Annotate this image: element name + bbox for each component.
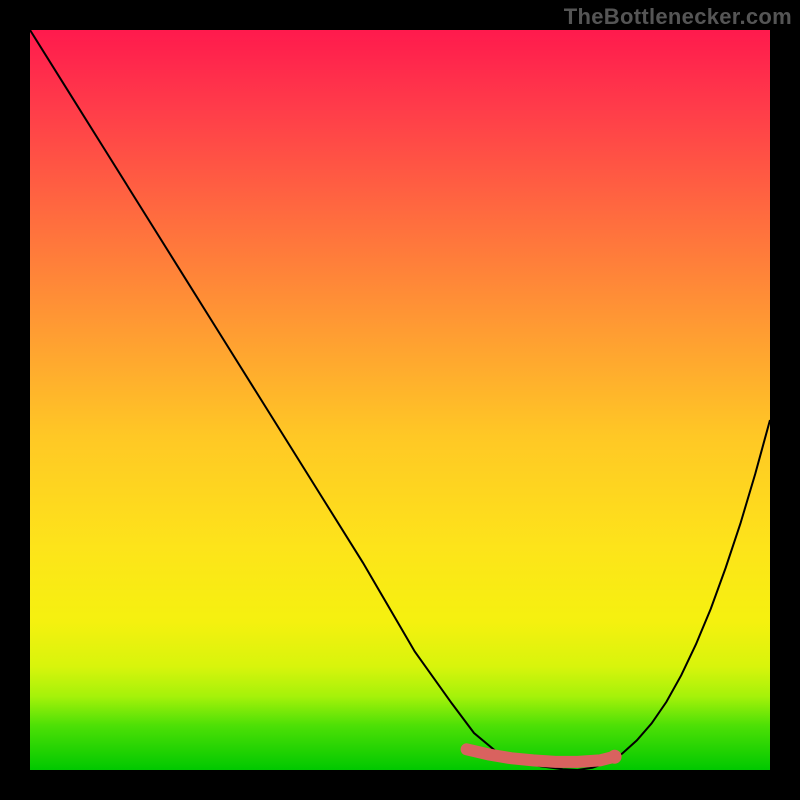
right-branch-curve: [578, 420, 770, 770]
chart-stage: TheBottlenecker.com: [0, 0, 800, 800]
optimal-zone-marker: [467, 749, 615, 762]
left-branch-curve: [30, 30, 578, 770]
plot-area: [30, 30, 770, 770]
optimal-point-marker: [608, 750, 622, 764]
curve-layer: [30, 30, 770, 770]
attribution-text: TheBottlenecker.com: [564, 4, 792, 30]
